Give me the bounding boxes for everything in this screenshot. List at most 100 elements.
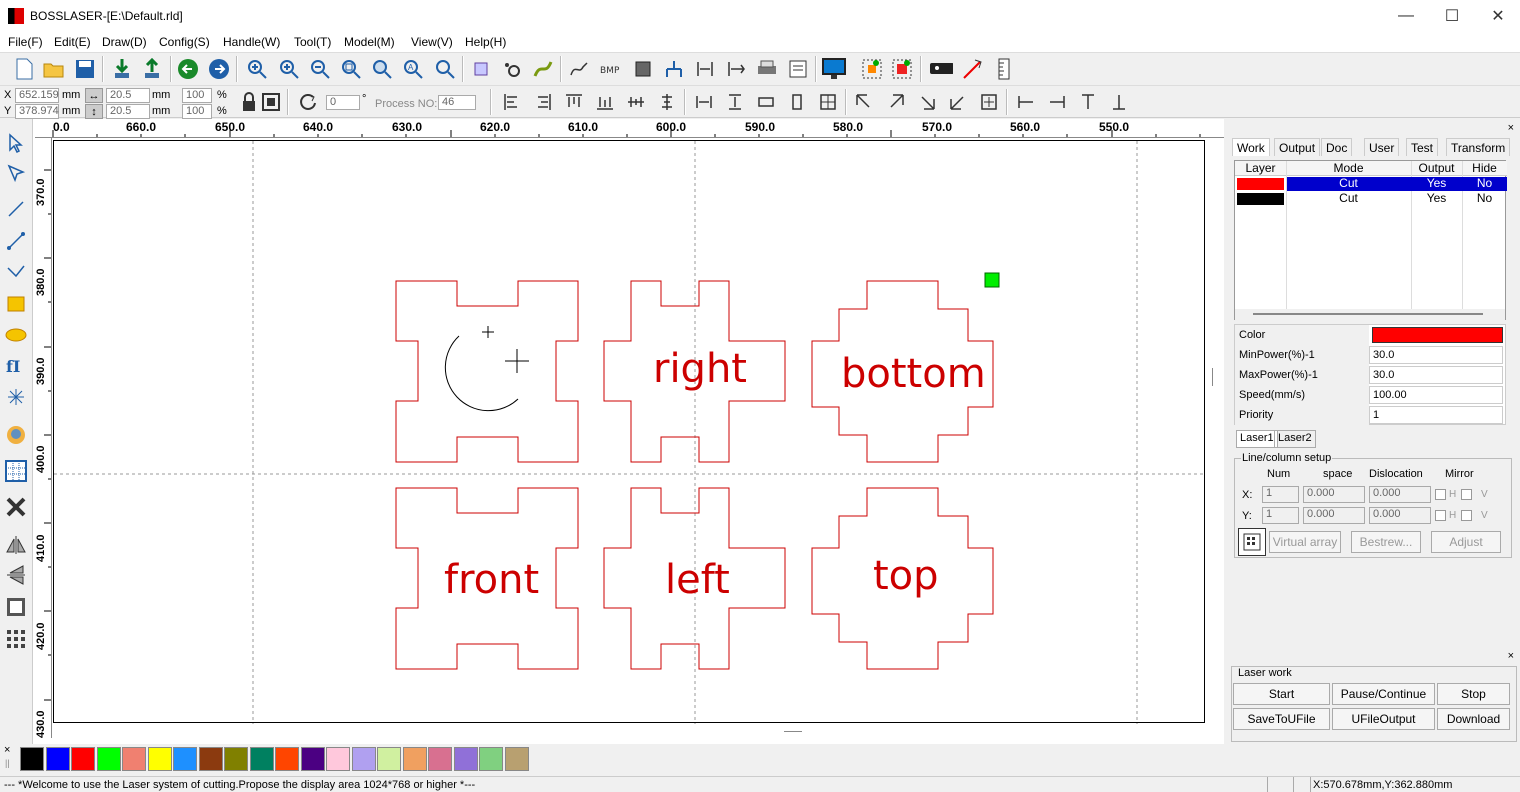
canvas-splitter[interactable] — [784, 731, 802, 735]
node-select-icon[interactable] — [4, 161, 28, 185]
prop-speed-input[interactable]: 100.00 — [1369, 386, 1503, 404]
palette-swatch[interactable] — [377, 747, 401, 771]
undo-icon[interactable] — [176, 57, 200, 81]
bestrew-button[interactable]: Bestrew... — [1351, 531, 1421, 553]
menu-model[interactable]: Model(M) — [344, 35, 395, 49]
tab-transform[interactable]: Transform — [1446, 138, 1511, 156]
new-file-icon[interactable] — [12, 57, 36, 81]
curve-tool-icon[interactable] — [4, 260, 28, 284]
tab-laser1[interactable]: Laser1 — [1236, 430, 1278, 448]
text-tool-icon[interactable]: fI — [4, 354, 28, 378]
laser-beam-icon[interactable] — [960, 57, 984, 81]
zoom-out-icon[interactable] — [308, 57, 332, 81]
palette-swatch[interactable] — [224, 747, 248, 771]
download-button[interactable]: Download — [1437, 708, 1510, 730]
curve-icon[interactable] — [567, 57, 591, 81]
menu-draw[interactable]: Draw(D) — [102, 35, 147, 49]
palette-swatch[interactable] — [198, 747, 223, 771]
rotate-icon[interactable] — [296, 90, 320, 114]
minimize-button[interactable]: — — [1383, 0, 1429, 32]
select-objects-icon[interactable] — [860, 57, 884, 81]
array-y-mirror-v[interactable] — [1461, 510, 1472, 521]
palette-swatch[interactable] — [96, 747, 121, 771]
mirror-v-icon[interactable] — [4, 563, 28, 587]
align-left-icon[interactable] — [500, 90, 524, 114]
move-center-icon[interactable] — [977, 90, 1001, 114]
array-x-num[interactable]: 1 — [1262, 486, 1299, 503]
zoom-pan-icon[interactable] — [433, 57, 457, 81]
save-icon[interactable] — [73, 57, 97, 81]
palette-swatch[interactable] — [326, 747, 350, 771]
mirror-h-icon[interactable] — [4, 533, 28, 557]
array-y-mirror-h[interactable] — [1435, 510, 1446, 521]
import-icon[interactable] — [110, 57, 134, 81]
array-y-num[interactable]: 1 — [1262, 507, 1299, 524]
equal-vspace-icon[interactable] — [723, 90, 747, 114]
array-tool-icon[interactable] — [4, 627, 28, 651]
align-icon[interactable] — [693, 57, 717, 81]
save-to-ufile-button[interactable]: SaveToUFile — [1233, 708, 1330, 730]
printer-icon[interactable] — [755, 57, 779, 81]
array-grid-icon[interactable] — [1238, 528, 1266, 556]
polyline-tool-icon[interactable] — [4, 229, 28, 253]
palette-swatch[interactable] — [504, 747, 529, 771]
bottom-arrow-edge-icon[interactable] — [1107, 90, 1131, 114]
palette-swatch[interactable] — [147, 747, 172, 771]
tab-laser2[interactable]: Laser2 — [1274, 430, 1316, 448]
zoom-all-icon[interactable] — [370, 57, 394, 81]
layer-color-swatch[interactable] — [1237, 178, 1284, 190]
layer-row[interactable]: Cut Yes No — [1235, 176, 1507, 191]
menu-config[interactable]: Config(S) — [159, 35, 210, 49]
bitmap-icon[interactable]: BMP — [599, 57, 623, 81]
grid-tool-icon[interactable] — [4, 459, 28, 483]
y-position-input[interactable]: 378.974 — [15, 104, 59, 119]
path-order-icon[interactable] — [662, 57, 686, 81]
top-arrow-edge-icon[interactable] — [1076, 90, 1100, 114]
align-right-icon[interactable] — [531, 90, 555, 114]
select-rect-icon[interactable] — [469, 57, 493, 81]
menu-help[interactable]: Help(H) — [465, 35, 506, 49]
palette-swatch[interactable] — [479, 747, 503, 771]
scale-y-input[interactable]: 100 — [182, 104, 212, 119]
line-tool-icon[interactable] — [4, 197, 28, 221]
panel-splitter[interactable] — [1212, 368, 1216, 386]
rectangle-tool-icon[interactable] — [4, 292, 28, 316]
tab-work[interactable]: Work — [1232, 138, 1270, 156]
layer-table-scrollbar[interactable] — [1235, 309, 1505, 320]
palette-swatch[interactable] — [249, 747, 274, 771]
tab-doc[interactable]: Doc — [1321, 138, 1353, 156]
palette-swatch[interactable] — [300, 747, 325, 771]
right-arrow-edge-icon[interactable] — [1045, 90, 1069, 114]
zoom-in-alt-icon[interactable] — [277, 57, 301, 81]
ellipse-tool-icon[interactable] — [4, 323, 28, 347]
menu-handle[interactable]: Handle(W) — [223, 35, 280, 49]
fill-icon[interactable] — [631, 57, 655, 81]
laser-head-icon[interactable] — [929, 57, 953, 81]
ruler-icon[interactable] — [992, 57, 1016, 81]
align-bottom-icon[interactable] — [593, 90, 617, 114]
point-tool-icon[interactable] — [4, 385, 28, 409]
adjust-button[interactable]: Adjust — [1431, 531, 1501, 553]
tab-output[interactable]: Output — [1274, 138, 1321, 156]
redo-icon[interactable] — [207, 57, 231, 81]
move-top-right-icon[interactable] — [884, 90, 908, 114]
panel-close-icon[interactable]: × — [1508, 122, 1514, 134]
group-objects-icon[interactable] — [890, 57, 914, 81]
lock-ratio-icon[interactable] — [237, 90, 261, 114]
tab-test[interactable]: Test — [1406, 138, 1439, 156]
start-button[interactable]: Start — [1233, 683, 1330, 705]
prop-maxpower-input[interactable]: 30.0 — [1369, 366, 1503, 384]
scale-frame-icon[interactable] — [259, 90, 283, 114]
array-y-space[interactable]: 0.000 — [1303, 507, 1365, 524]
left-arrow-edge-icon[interactable] — [1014, 90, 1038, 114]
node-edit-icon[interactable] — [500, 57, 524, 81]
palette-swatch[interactable] — [402, 747, 427, 771]
palette-swatch[interactable] — [45, 747, 70, 771]
zoom-page-icon[interactable] — [339, 57, 363, 81]
export-icon[interactable] — [140, 57, 164, 81]
same-size-icon[interactable] — [816, 90, 840, 114]
select-arrow-icon[interactable] — [4, 131, 28, 155]
zoom-select-icon[interactable]: A — [401, 57, 425, 81]
same-height-icon[interactable] — [785, 90, 809, 114]
align-vcenter-icon[interactable] — [624, 90, 648, 114]
